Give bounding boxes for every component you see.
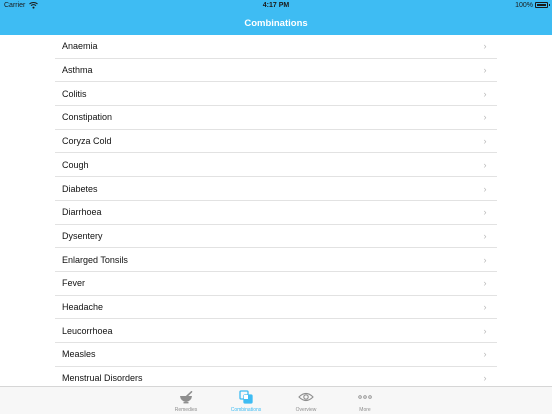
list-item-label: Asthma [62,65,93,76]
combinations-list[interactable]: Anaemia › Asthma › Colitis › Constipation › Cory… [0,35,552,386]
chevron-right-icon: › [483,136,487,147]
chevron-right-icon: › [483,112,487,123]
tab-remedies[interactable]: Remedies [156,387,216,414]
eye-icon [296,390,316,404]
list-item-label: Constipation [62,112,113,123]
list-item-label: Coryza Cold [62,136,112,147]
tab-combinations[interactable]: Combinations [216,387,276,414]
list-item[interactable]: Colitis › [55,82,497,107]
battery-icon [535,2,550,8]
list-item-label: Fever [62,278,86,289]
list-item[interactable]: Fever › [55,272,497,296]
chevron-right-icon: › [483,41,487,52]
list-item-label: Anaemia [62,41,98,52]
chevron-right-icon: › [483,65,487,76]
list-item[interactable]: Cough › [55,154,497,178]
list-item[interactable]: Anaemia › [55,35,497,59]
list-item[interactable]: Enlarged Tonsils › [55,248,497,272]
status-bar: Carrier 4:17 PM 100% [0,0,552,11]
tab-overview[interactable]: Overview [276,387,336,414]
mortar-pestle-icon [176,390,196,404]
list-item-label: Menstrual Disorders [62,373,143,384]
chevron-right-icon: › [483,230,487,241]
list-item[interactable]: Dysentery › [55,225,497,249]
list-item-label: Diabetes [62,183,98,194]
list-item[interactable]: Leucorrhoea › [55,319,497,344]
chevron-right-icon: › [483,349,487,360]
chevron-right-icon: › [483,159,487,170]
list-item[interactable]: Constipation › [55,106,497,130]
list-item-label: Colitis [62,88,87,99]
tab-label: More [359,407,371,413]
list-item-label: Leucorrhoea [62,325,113,336]
chevron-right-icon: › [483,373,487,384]
list-item-label: Enlarged Tonsils [62,254,128,265]
list-item[interactable]: Diabetes › [55,177,497,201]
tab-bar: Remedies Combinations Overview More [0,386,552,414]
list-item[interactable]: Diarrhoea › [55,201,497,225]
list-item-label: Diarrhoea [62,207,102,218]
tab-label: Overview [295,407,317,413]
page-title: Combinations [244,17,308,29]
list-item[interactable]: Headache › [55,296,497,320]
battery-percent: 100% [515,2,533,9]
tab-label: Combinations [230,407,262,413]
list-item-label: Measles [62,349,96,360]
list-item-label: Dysentery [62,230,103,241]
list-item[interactable]: Coryza Cold › [55,130,497,154]
overlapping-squares-icon [236,390,256,404]
list-item-label: Headache [62,302,104,313]
chevron-right-icon: › [483,88,487,99]
chevron-right-icon: › [483,183,487,194]
status-time: 4:17 PM [262,2,290,9]
navigation-bar: Combinations [0,11,552,35]
list-item[interactable]: Menstrual Disorders › [55,367,497,386]
chevron-right-icon: › [483,254,487,265]
list-item[interactable]: Asthma › [55,59,497,83]
chevron-right-icon: › [483,302,487,313]
list-item-label: Cough [62,159,89,170]
list-item[interactable]: Measles › [55,343,497,367]
tab-label: Remedies [174,407,198,413]
tab-more[interactable]: More [335,387,395,414]
chevron-right-icon: › [483,325,487,336]
more-dots-icon [355,390,375,404]
chevron-right-icon: › [483,278,487,289]
chevron-right-icon: › [483,207,487,218]
